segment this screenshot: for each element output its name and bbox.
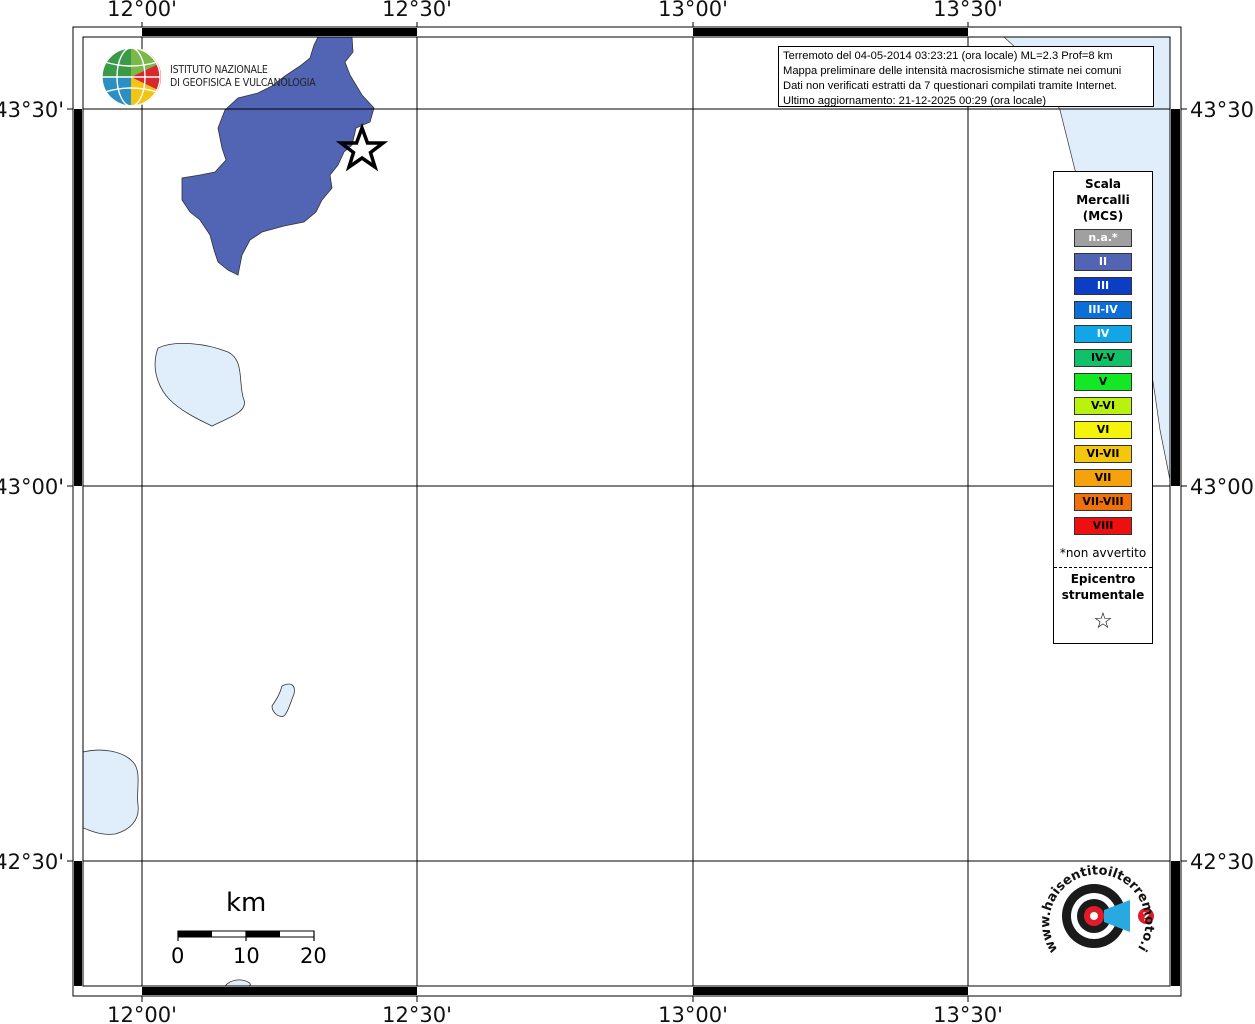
legend-title-line2: Mercalli <box>1076 193 1130 207</box>
lon-label-bottom-2: 12°30' <box>382 1003 452 1024</box>
legend-title-line3: (MCS) <box>1082 209 1124 223</box>
legend-item-iv-v: IV-V <box>1074 349 1132 367</box>
legend-item-na: n.a.* <box>1074 229 1132 247</box>
lake-bolsena <box>82 749 139 835</box>
legend-title-line1: Scala <box>1084 177 1122 191</box>
lon-label-bottom-1: 12°00' <box>107 1003 177 1024</box>
legend-item-iii: III <box>1074 277 1132 295</box>
lat-label-left-1: 43°30' <box>0 98 64 122</box>
legend-items: n.a.* II III III-IV IV IV-V V V-VI VI VI… <box>1074 229 1132 541</box>
legend-divider <box>1054 567 1152 568</box>
event-info-box: Terremoto del 04-05-2014 03:23:21 (ora l… <box>778 46 1154 107</box>
institute-name-line1: ISTITUTO NAZIONALE <box>170 64 268 76</box>
lon-label-top-3: 13°00' <box>658 0 728 21</box>
scale-unit: km <box>226 888 267 918</box>
lat-label-right-2: 43°00' <box>1190 475 1255 499</box>
legend-item-v-vi: V-VI <box>1074 397 1132 415</box>
scale-tick-0: 0 <box>171 944 185 968</box>
institute-name-line2: DI GEOFISICA E VULCANOLOGIA <box>170 77 316 89</box>
event-info-line4: Ultimo aggiornamento: 21-12-2025 00:29 (… <box>783 95 1047 107</box>
lat-label-right-1: 43°30' <box>1190 98 1255 122</box>
lon-label-bottom-4: 13°30' <box>933 1003 1003 1024</box>
scale-tick-20: 20 <box>300 944 327 968</box>
legend-item-v: V <box>1074 373 1132 391</box>
lon-label-top-2: 12°30' <box>382 0 452 21</box>
legend-epicenter-label: Epicentro strumentale <box>1054 571 1152 603</box>
legend-item-viii: VIII <box>1074 517 1132 535</box>
lon-label-bottom-3: 13°00' <box>658 1003 728 1024</box>
legend-item-ii: II <box>1074 253 1132 271</box>
lat-label-left-2: 43°00' <box>0 475 64 499</box>
legend-title: Scala Mercalli (MCS) <box>1054 176 1152 224</box>
event-info-line2: Mappa preliminare delle intensità macros… <box>783 65 1122 77</box>
legend-item-vii: VII <box>1074 469 1132 487</box>
legend-epicenter-line1: Epicentro <box>1070 572 1136 586</box>
legend-item-iii-iv: III-IV <box>1074 301 1132 319</box>
legend-item-vi: VI <box>1074 421 1132 439</box>
legend-item-iv: IV <box>1074 325 1132 343</box>
legend-note: *non avvertito <box>1059 546 1147 560</box>
lat-label-left-3: 42°30' <box>0 850 64 874</box>
scale-tick-10: 10 <box>233 944 260 968</box>
lat-label-right-3: 42°30' <box>1190 850 1255 874</box>
intensity-legend: Scala Mercalli (MCS) n.a.* II III III-IV… <box>1053 171 1153 644</box>
institute-name: ISTITUTO NAZIONALE DI GEOFISICA E VULCAN… <box>170 64 316 90</box>
lon-label-top-4: 13°30' <box>933 0 1003 21</box>
event-info-line1: Terremoto del 04-05-2014 03:23:21 (ora l… <box>783 50 1113 62</box>
legend-item-vi-vii: VI-VII <box>1074 445 1132 463</box>
legend-epicenter-line2: strumentale <box>1061 588 1145 602</box>
event-info-line3: Dati non verificati estratti da 7 questi… <box>783 80 1117 92</box>
legend-item-vii-viii: VII-VIII <box>1074 493 1132 511</box>
ingv-logo-icon <box>101 47 162 107</box>
lon-label-top-1: 12°00' <box>107 0 177 21</box>
legend-star-icon: ☆ <box>1093 609 1113 634</box>
